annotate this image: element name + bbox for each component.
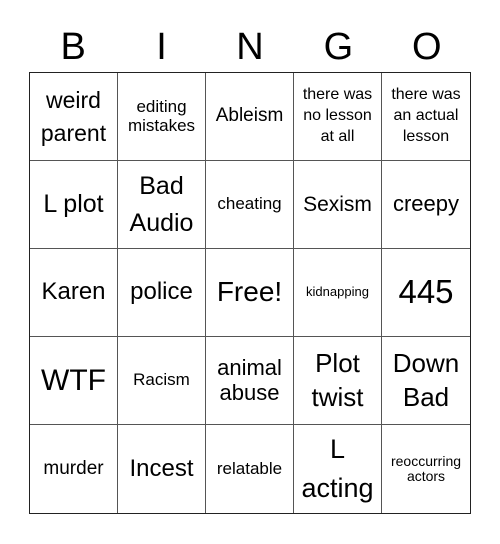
bingo-cell[interactable]: Bad Audio <box>118 161 206 249</box>
bingo-cell[interactable]: weird parent <box>30 73 118 161</box>
bingo-cell[interactable]: 445 <box>382 249 470 337</box>
bingo-cell[interactable]: editing mistakes <box>118 73 206 161</box>
bingo-header: B I N G O <box>29 22 471 72</box>
bingo-cell[interactable]: L plot <box>30 161 118 249</box>
bingo-card-grid: weird parent editing mistakes Ableism th… <box>29 72 471 514</box>
header-letter-i: I <box>156 26 167 68</box>
bingo-cell[interactable]: murder <box>30 425 118 513</box>
bingo-cell[interactable]: Incest <box>118 425 206 513</box>
bingo-cell[interactable]: Down Bad <box>382 337 470 425</box>
bingo-cell[interactable]: Racism <box>118 337 206 425</box>
bingo-cell[interactable]: relatable <box>206 425 294 513</box>
bingo-cell[interactable]: Plot twist <box>294 337 382 425</box>
bingo-cell[interactable]: there was an actual lesson <box>382 73 470 161</box>
bingo-cell[interactable]: Sexism <box>294 161 382 249</box>
bingo-cell[interactable]: WTF <box>30 337 118 425</box>
bingo-cell[interactable]: L acting <box>294 425 382 513</box>
header-letter-o: O <box>411 26 442 68</box>
bingo-cell[interactable]: police <box>118 249 206 337</box>
bingo-cell[interactable]: Ableism <box>206 73 294 161</box>
bingo-cell[interactable]: there was no lesson at all <box>294 73 382 161</box>
header-letter-g: G <box>323 26 354 68</box>
bingo-cell[interactable]: Karen <box>30 249 118 337</box>
header-letter-n: N <box>236 26 264 68</box>
bingo-cell[interactable]: animal abuse <box>206 337 294 425</box>
bingo-cell[interactable]: Free! <box>206 249 294 337</box>
bingo-cell[interactable]: creepy <box>382 161 470 249</box>
bingo-cell[interactable]: cheating <box>206 161 294 249</box>
header-letter-b: B <box>60 26 86 68</box>
bingo-cell[interactable]: reoccurring actors <box>382 425 470 513</box>
bingo-cell[interactable]: kidnapping <box>294 249 382 337</box>
